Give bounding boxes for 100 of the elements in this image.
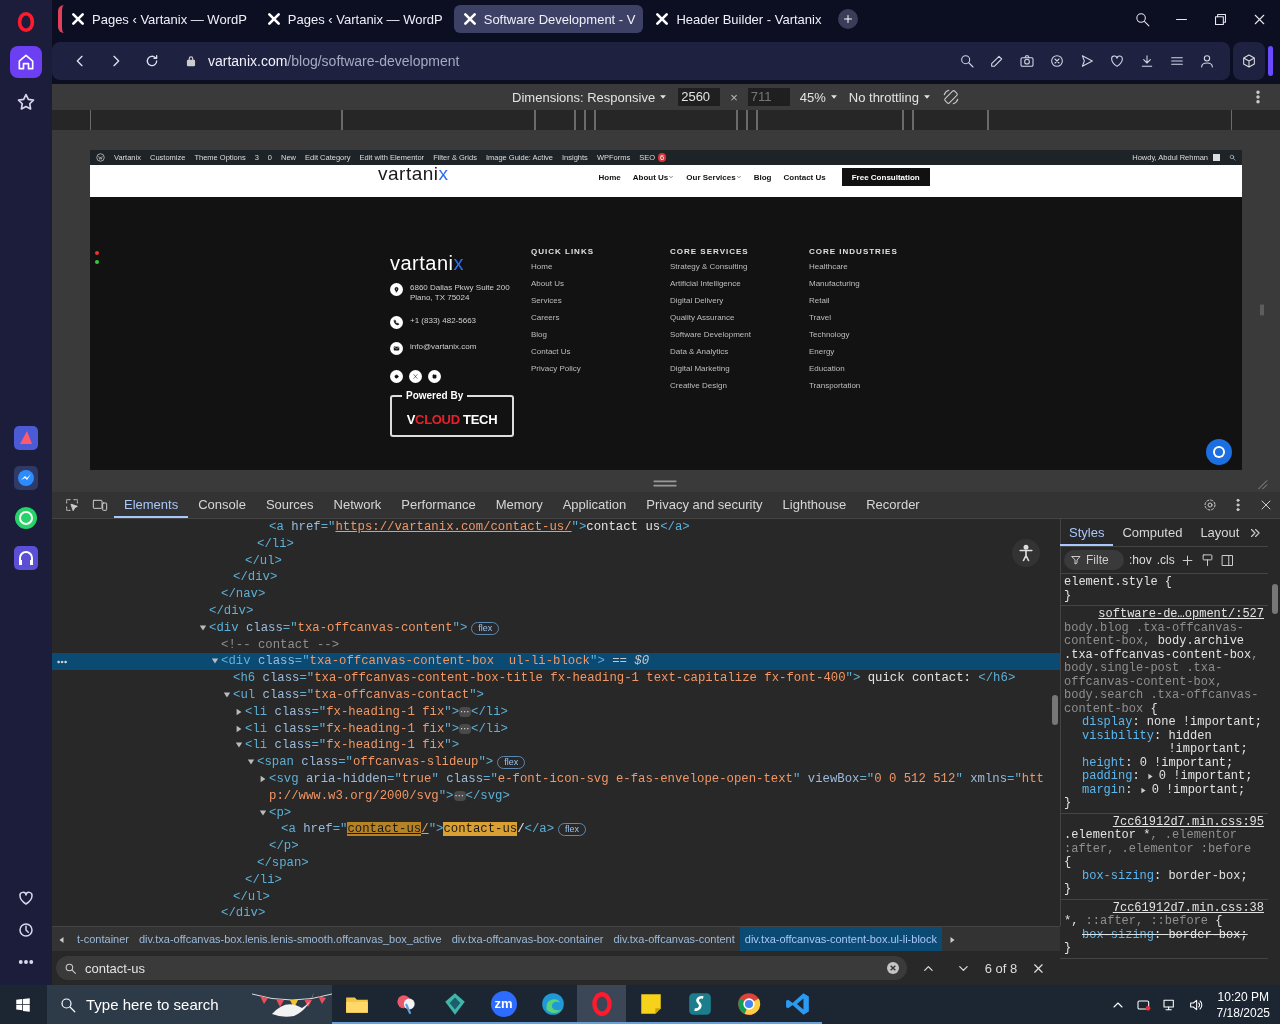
devtools-tab[interactable]: Elements xyxy=(114,492,189,518)
send-icon[interactable] xyxy=(1079,53,1095,69)
css-property[interactable]: box-sizing: xyxy=(1082,928,1169,942)
footer-link[interactable]: Technology xyxy=(809,330,948,340)
breadcrumb[interactable]: div.txa-offcanvas-box-container xyxy=(446,927,609,952)
css-property[interactable]: padding: xyxy=(1082,770,1147,784)
search-icon[interactable] xyxy=(1229,154,1236,161)
footer-link[interactable]: Digital Delivery xyxy=(670,296,809,306)
code-text[interactable]: </div> xyxy=(221,905,266,923)
footer-link[interactable]: Transportation xyxy=(809,381,948,391)
code-text[interactable]: <svg aria-hidden="true" class="e-font-icon-svg e-fas-envelope-open-text" viewBox="0 0 512 512" xmlns="http://www.w3.org/2000/svg">⋯</svg> xyxy=(269,770,1046,805)
css-value[interactable]: border-box; xyxy=(1168,928,1248,942)
close-circle-icon[interactable] xyxy=(1049,53,1065,69)
brush-icon[interactable] xyxy=(1199,552,1215,568)
zoom-search-icon[interactable] xyxy=(959,53,975,69)
footer-link[interactable]: Retail xyxy=(809,296,948,306)
expand-arrow-icon[interactable] xyxy=(247,758,255,767)
code-text[interactable]: <li class="fx-heading-1 fix">⋯</li> xyxy=(245,703,508,721)
css-property[interactable]: display: xyxy=(1082,716,1147,730)
scrollbar-thumb[interactable] xyxy=(1052,695,1058,725)
breadcrumb[interactable]: div.txa-offcanvas-content xyxy=(608,927,740,952)
start-button[interactable] xyxy=(14,995,32,1014)
nav-link[interactable]: About Us xyxy=(632,172,675,182)
cube-icon[interactable] xyxy=(1241,53,1257,69)
styles-tab[interactable]: Layout xyxy=(1191,519,1249,546)
nav-link[interactable]: Blog xyxy=(753,172,772,182)
expand-arrow-icon[interactable] xyxy=(235,724,243,733)
consultation-button[interactable]: Free Consultation xyxy=(841,168,930,186)
settings-icon[interactable] xyxy=(1202,497,1218,513)
footer-link[interactable]: Home xyxy=(531,262,670,272)
sidebar-button[interactable] xyxy=(10,46,42,78)
expand-arrow-icon[interactable] xyxy=(199,623,207,632)
css-value[interactable]: hidden !important; xyxy=(1168,729,1264,757)
clear-icon[interactable] xyxy=(884,960,901,976)
footer-link[interactable]: Creative Design xyxy=(670,381,809,391)
filter-field[interactable]: Filte xyxy=(1064,550,1124,570)
code-text[interactable]: </li> xyxy=(245,871,282,889)
sidebar-handle[interactable] xyxy=(1268,46,1273,76)
heart-icon[interactable] xyxy=(17,889,35,907)
devtools-tab[interactable]: Lighthouse xyxy=(772,492,857,518)
browser-tab[interactable]: Software Development - V xyxy=(453,5,644,33)
nav-link[interactable]: Contact Us xyxy=(783,172,826,182)
chat-bubble-icon[interactable] xyxy=(14,466,38,490)
toggle-button[interactable]: .cls xyxy=(1156,553,1175,567)
clock-icon[interactable] xyxy=(17,921,35,939)
code-text[interactable]: <h6 class="txa-offcanvas-content-box-title fx-heading-1 text-capitalize fx-font-400"> quick contact: </h6> xyxy=(233,670,1016,687)
footer-link[interactable]: Education xyxy=(809,364,948,374)
extensions-button[interactable] xyxy=(1233,42,1265,80)
css-property[interactable]: margin: xyxy=(1082,783,1140,797)
expand-arrow-icon[interactable] xyxy=(259,808,267,817)
rotate-icon[interactable] xyxy=(941,88,960,106)
code-text[interactable]: <a href="contact-us/">contact-us/</a> xyxy=(281,821,555,839)
toggle-button[interactable]: :hov xyxy=(1129,553,1152,567)
browser-tab[interactable]: Pages ‹ Vartanix — WordP xyxy=(257,5,451,33)
pencil-icon[interactable] xyxy=(989,53,1005,69)
footer-link[interactable]: Travel xyxy=(809,313,948,323)
css-value[interactable]: border-box; xyxy=(1168,869,1248,883)
contact-detail[interactable]: 6860 Dallas Pkwy Suite 200 Plano, TX 75024 xyxy=(410,283,528,303)
css-property[interactable]: visibility: xyxy=(1082,729,1169,743)
footer-link[interactable]: Energy xyxy=(809,347,948,357)
expand-arrow-icon[interactable] xyxy=(259,774,267,783)
expand-arrow-icon[interactable] xyxy=(223,690,231,699)
code-text[interactable]: </div> xyxy=(209,603,254,620)
browser-tab[interactable]: Pages ‹ Vartanix — WordP xyxy=(58,5,255,33)
url-text[interactable]: vartanix.com/blog/software-development xyxy=(208,53,460,69)
site-logo[interactable]: vartanix xyxy=(378,165,449,183)
width-field[interactable]: 2560 xyxy=(678,88,721,106)
devtools-tab[interactable]: Application xyxy=(552,492,637,518)
x-circle-icon[interactable] xyxy=(409,370,422,383)
devtools-tab[interactable]: Network xyxy=(323,492,392,518)
footer-link[interactable]: Contact Us xyxy=(531,347,670,357)
styles-tab[interactable]: Styles xyxy=(1060,519,1114,546)
user-icon[interactable] xyxy=(1199,53,1215,69)
inspect-icon[interactable] xyxy=(64,497,80,513)
phone-bubble-icon[interactable] xyxy=(14,506,38,530)
download-icon[interactable] xyxy=(1139,53,1155,69)
code-text[interactable]: </nav> xyxy=(221,586,266,603)
css-value[interactable]: 0 !important; xyxy=(1158,770,1253,784)
code-text[interactable]: <ul class="txa-offcanvas-contact"> xyxy=(233,686,484,704)
expand-arrow-icon[interactable] xyxy=(235,707,243,716)
footer-link[interactable]: Manufacturing xyxy=(809,279,948,289)
devtools-tab[interactable]: Performance xyxy=(391,492,486,518)
dimensions-dropdown[interactable]: Dimensions: Responsive xyxy=(512,89,669,105)
code-text[interactable]: <!-- contact --> xyxy=(221,636,340,654)
css-value[interactable]: none !important; xyxy=(1146,716,1263,730)
camera-icon[interactable] xyxy=(1019,53,1035,69)
throttling-dropdown[interactable]: No throttling xyxy=(848,89,932,105)
taskbar-search-field[interactable]: Type here to search xyxy=(47,985,332,1024)
ring-logo-icon[interactable] xyxy=(577,985,626,1024)
css-value[interactable]: 0 !important; xyxy=(1139,756,1234,770)
device-icon[interactable] xyxy=(92,497,108,513)
footer-link[interactable]: Privacy Policy xyxy=(531,364,670,374)
code-text[interactable]: <div class="txa-offcanvas-content-box ul-li-block"> == $0 xyxy=(221,653,650,671)
footer-link[interactable]: Digital Marketing xyxy=(670,364,809,374)
footer-link[interactable]: Data & Analytics xyxy=(670,347,809,357)
styles-tab[interactable]: Computed xyxy=(1113,519,1192,546)
contact-detail[interactable]: info@vartanix.com xyxy=(410,342,528,352)
code-text[interactable]: <span class="offcanvas-slideup"> xyxy=(257,754,494,771)
devtools-tab[interactable]: Privacy and security xyxy=(636,492,773,518)
source-link[interactable]: 7cc61912d7.min.css:95 xyxy=(1112,814,1264,829)
